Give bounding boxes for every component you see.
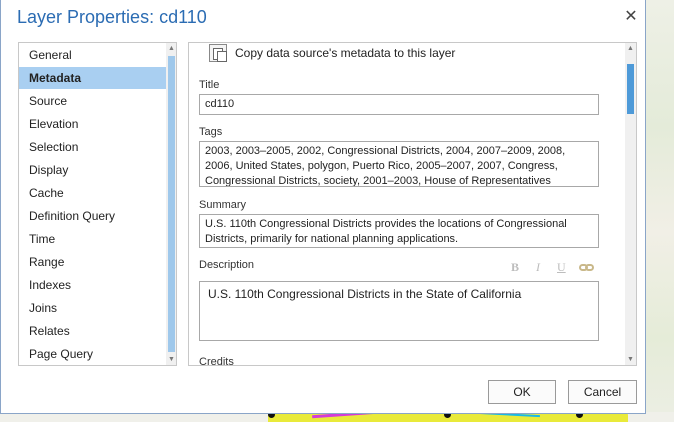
nav-item-elevation[interactable]: Elevation	[19, 113, 166, 135]
title-bar: Layer Properties: cd110 ✕	[1, 0, 645, 36]
metadata-scrollbar-thumb[interactable]	[627, 64, 634, 114]
scroll-up-icon[interactable]: ▲	[166, 43, 176, 54]
copy-icon	[209, 44, 227, 62]
nav-item-indexes[interactable]: Indexes	[19, 274, 166, 296]
summary-field[interactable]: U.S. 110th Congressional Districts provi…	[199, 214, 599, 248]
scroll-down-icon[interactable]: ▼	[625, 354, 636, 365]
nav-item-page-query[interactable]: Page Query	[19, 343, 166, 365]
credits-label: Credits	[199, 356, 234, 366]
nav-scrollbar[interactable]: ▲ ▼	[166, 43, 176, 365]
nav-item-range[interactable]: Range	[19, 251, 166, 273]
dialog-title: Layer Properties: cd110	[17, 7, 207, 27]
description-field[interactable]: U.S. 110th Congressional Districts in th…	[199, 281, 599, 341]
copy-metadata-label: Copy data source's metadata to this laye…	[235, 46, 456, 60]
summary-label: Summary	[199, 199, 247, 211]
description-label: Description	[199, 259, 255, 271]
tags-label: Tags	[199, 126, 223, 138]
scroll-down-icon[interactable]: ▼	[166, 354, 176, 365]
nav-item-time[interactable]: Time	[19, 228, 166, 250]
nav-item-source[interactable]: Source	[19, 90, 166, 112]
nav-scrollbar-thumb[interactable]	[168, 56, 175, 352]
italic-format-button[interactable]: I	[536, 260, 540, 275]
layer-properties-dialog: Layer Properties: cd110 ✕ General Metada…	[0, 0, 646, 414]
nav-item-relates[interactable]: Relates	[19, 320, 166, 342]
tags-field[interactable]: 2003, 2003–2005, 2002, Congressional Dis…	[199, 141, 599, 187]
bold-format-button[interactable]: B	[511, 260, 519, 275]
metadata-panel: Copy data source's metadata to this laye…	[188, 42, 637, 366]
map-terrain	[644, 0, 674, 422]
nav-item-metadata[interactable]: Metadata	[19, 67, 166, 89]
metadata-scrollbar[interactable]: ▲ ▼	[625, 43, 636, 365]
nav-item-display[interactable]: Display	[19, 159, 166, 181]
scroll-up-icon[interactable]: ▲	[625, 43, 636, 54]
property-page-list: General Metadata Source Elevation Select…	[18, 42, 177, 366]
copy-metadata-button[interactable]: Copy data source's metadata to this laye…	[209, 43, 455, 63]
nav-item-joins[interactable]: Joins	[19, 297, 166, 319]
underline-format-button[interactable]: U	[557, 260, 566, 275]
title-field[interactable]: cd110	[199, 94, 599, 115]
link-icon[interactable]	[579, 263, 595, 273]
nav-item-cache[interactable]: Cache	[19, 182, 166, 204]
title-label: Title	[199, 79, 220, 91]
nav-item-general[interactable]: General	[19, 44, 166, 66]
nav-item-definition-query[interactable]: Definition Query	[19, 205, 166, 227]
nav-item-selection[interactable]: Selection	[19, 136, 166, 158]
ok-button[interactable]: OK	[488, 380, 556, 404]
cancel-button[interactable]: Cancel	[568, 380, 637, 404]
close-button[interactable]: ✕	[620, 7, 642, 29]
close-icon: ✕	[624, 8, 638, 25]
